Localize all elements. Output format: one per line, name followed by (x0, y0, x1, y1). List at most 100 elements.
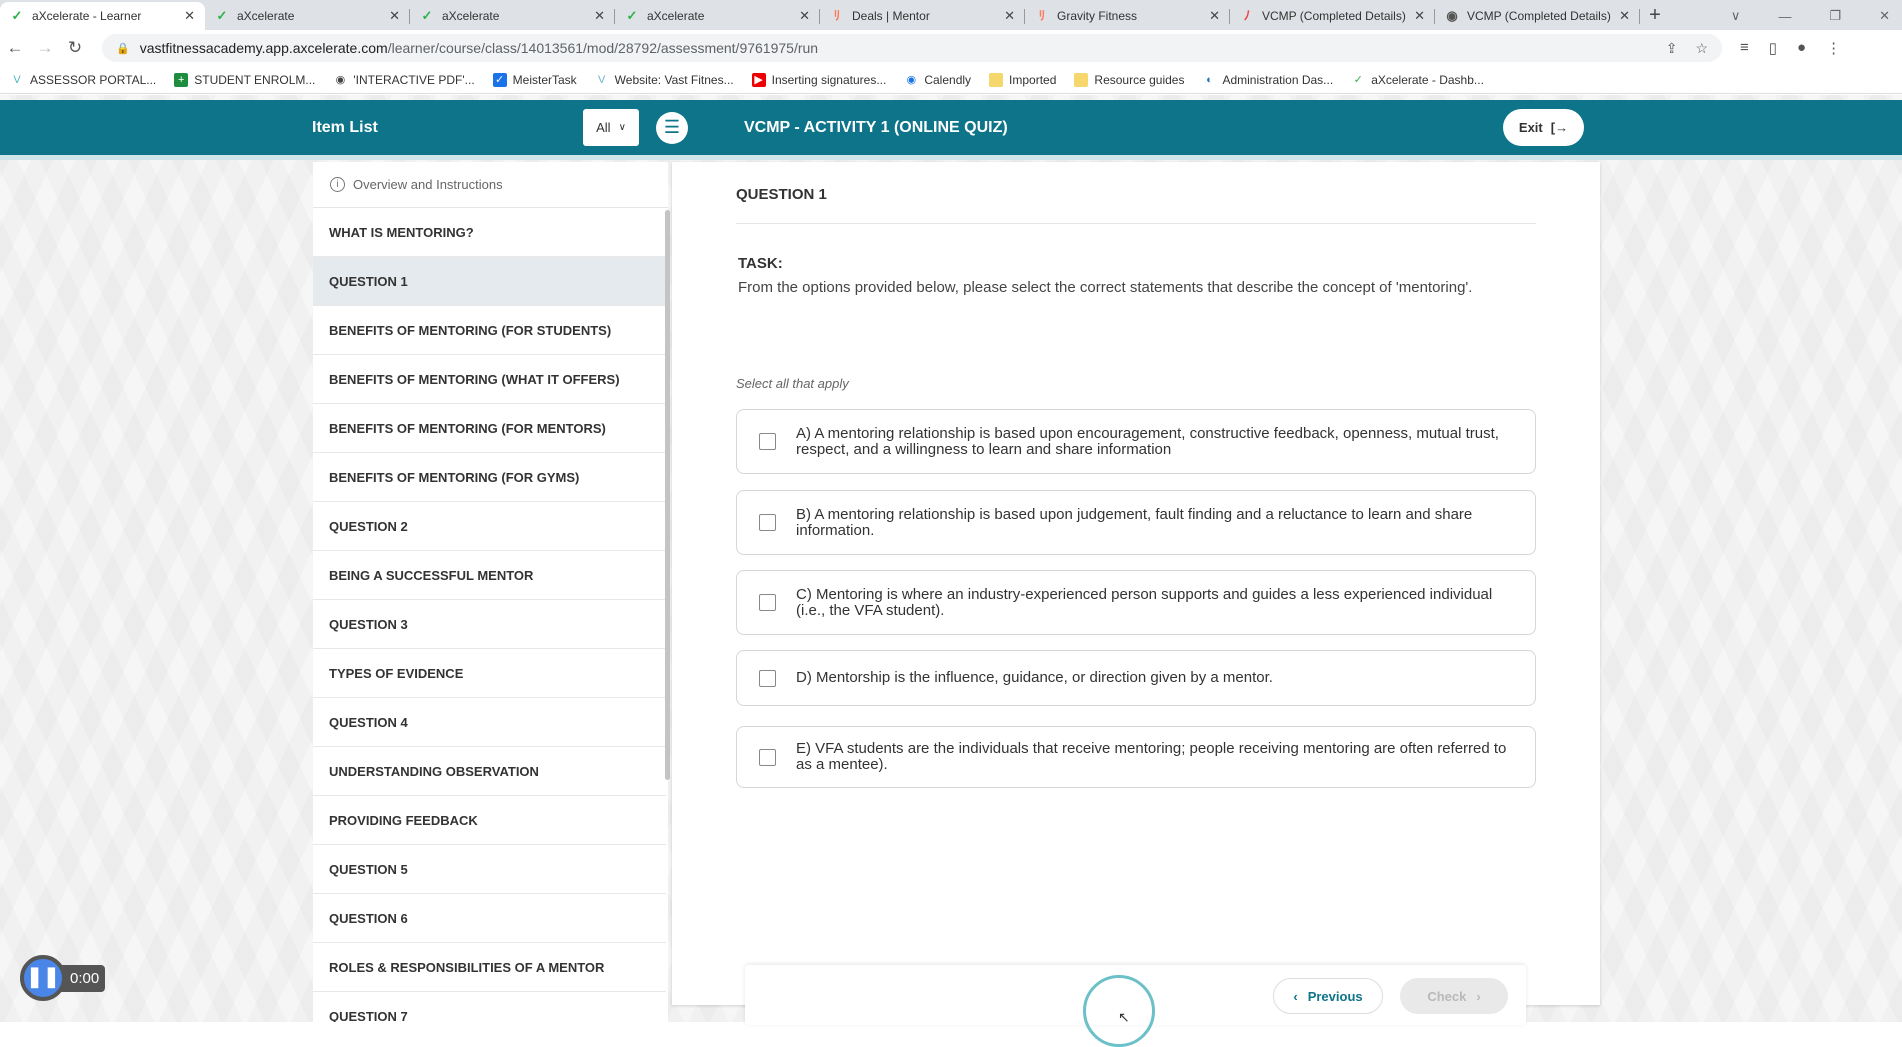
tab-title: aXcelerate (237, 9, 295, 23)
browser-tab[interactable]: ✓ aXcelerate - Learner ✕ (0, 2, 205, 30)
browser-tab[interactable]: ✓ aXcelerate ✕ (205, 2, 410, 30)
sidebar-item[interactable]: QUESTION 4 (313, 698, 666, 747)
sidebar-item[interactable]: PROVIDING FEEDBACK (313, 796, 666, 845)
bookmark-icon: ▶ (751, 72, 766, 87)
sidebar-scrollbar[interactable] (665, 210, 670, 780)
bookmark-label: 'INTERACTIVE PDF'... (353, 72, 475, 87)
close-tab-icon[interactable]: ✕ (1209, 8, 1220, 24)
close-tab-icon[interactable]: ✕ (799, 8, 810, 24)
info-icon: i (330, 177, 345, 192)
more-icon[interactable]: ⋮ (1826, 39, 1841, 57)
browser-tab[interactable]: ﾘ Gravity Fitness ✕ (1025, 2, 1230, 30)
browser-tab[interactable]: ﾉ VCMP (Completed Details) ✕ (1230, 2, 1435, 30)
pause-button[interactable]: ❚❚ (20, 955, 66, 1001)
axcelerate-icon: ✓ (216, 8, 228, 23)
close-window-icon[interactable]: ✕ (1879, 8, 1890, 24)
option-text: C) Mentoring is where an industry-experi… (796, 585, 1493, 619)
tab-title: Gravity Fitness (1057, 9, 1138, 23)
bookmark-item[interactable]: ◉ Calendly (904, 73, 972, 87)
sidebar-item[interactable]: QUESTION 1 (313, 257, 666, 306)
exit-button[interactable]: Exit [→ (1503, 109, 1584, 146)
bookmark-label: STUDENT ENROLM... (194, 72, 316, 87)
filter-value: All (596, 120, 611, 135)
url-host: vastfitnessacademy.app.axcelerate.com (139, 40, 388, 56)
close-tab-icon[interactable]: ✕ (184, 8, 195, 24)
browser-tab[interactable]: ✓ aXcelerate ✕ (410, 2, 615, 30)
option-checkbox[interactable] (759, 514, 776, 531)
sidebar-item[interactable]: QUESTION 7 (313, 992, 666, 1023)
reload-icon[interactable]: ↻ (60, 38, 90, 58)
new-tab-button[interactable]: + (1640, 2, 1670, 30)
close-tab-icon[interactable]: ✕ (594, 8, 605, 24)
side-panel-icon[interactable]: ▯ (1769, 39, 1777, 57)
sidebar-item[interactable]: WHAT IS MENTORING? (313, 208, 666, 257)
option-checkbox[interactable] (759, 433, 776, 450)
media-icon[interactable]: ≡ (1740, 39, 1749, 57)
bookmark-item[interactable]: Imported (989, 72, 1056, 87)
close-tab-icon[interactable]: ✕ (1619, 8, 1630, 24)
sidebar-item[interactable]: QUESTION 2 (313, 502, 666, 551)
sidebar-item[interactable]: UNDERSTANDING OBSERVATION (313, 747, 666, 796)
overview-link[interactable]: i Overview and Instructions (313, 162, 668, 208)
bookmark-icon (1074, 72, 1089, 87)
back-icon[interactable]: ← (0, 38, 30, 58)
axcelerate-icon: ✓ (626, 8, 638, 23)
previous-button[interactable]: ‹ Previous (1273, 978, 1383, 1014)
option-checkbox[interactable] (759, 748, 776, 766)
menu-toggle-button[interactable]: ☰ (656, 112, 688, 144)
tab-title: aXcelerate (442, 9, 500, 23)
minimize-icon[interactable]: — (1778, 9, 1791, 24)
profile-icon[interactable]: ● (1797, 39, 1806, 57)
bookmark-label: ASSESSOR PORTAL... (30, 72, 157, 87)
restore-icon[interactable]: ❐ (1829, 8, 1841, 24)
bookmark-item[interactable]: ✓ MeisterTask (492, 72, 577, 87)
tab-search-icon[interactable]: ∨ (1731, 8, 1741, 24)
browser-tab[interactable]: ◉ VCMP (Completed Details) ✕ (1435, 2, 1640, 30)
answer-option[interactable]: A) A mentoring relationship is based upo… (736, 409, 1536, 474)
bookmark-item[interactable]: ◉ 'INTERACTIVE PDF'... (333, 72, 475, 87)
address-bar-row: ← → ↻ 🔒 vastfitnessacademy.app.axcelerat… (0, 30, 1902, 66)
sidebar-item[interactable]: BENEFITS OF MENTORING (FOR MENTORS) (313, 404, 666, 453)
url-input[interactable]: 🔒 vastfitnessacademy.app.axcelerate.com/… (102, 34, 1722, 62)
sidebar-item[interactable]: QUESTION 5 (313, 845, 666, 894)
check-button[interactable]: Check › (1400, 978, 1508, 1014)
browser-tab[interactable]: ✓ aXcelerate ✕ (615, 2, 820, 30)
sidebar-item[interactable]: QUESTION 3 (313, 600, 666, 649)
close-tab-icon[interactable]: ✕ (1414, 8, 1425, 24)
heading-divider (736, 223, 1536, 224)
bookmark-item[interactable]: Resource guides (1074, 72, 1184, 87)
bookmark-label: Website: Vast Fitnes... (614, 72, 734, 87)
bookmark-item[interactable]: ✓ aXcelerate - Dashb... (1351, 73, 1484, 87)
sidebar-item[interactable]: BENEFITS OF MENTORING (WHAT IT OFFERS) (313, 355, 666, 404)
url-path: /learner/course/class/14013561/mod/28792… (387, 40, 819, 56)
bookmark-item[interactable]: V ASSESSOR PORTAL... (10, 73, 156, 87)
option-checkbox[interactable] (759, 669, 776, 687)
bookmark-item[interactable]: V Website: Vast Fitnes... (595, 73, 734, 87)
sidebar-item[interactable]: TYPES OF EVIDENCE (313, 649, 666, 698)
bookmark-label: Administration Das... (1222, 72, 1334, 87)
answer-option[interactable]: D) Mentorship is the influence, guidance… (736, 650, 1536, 706)
tab-title: aXcelerate (647, 9, 705, 23)
bookmark-item[interactable]: + STUDENT ENROLM... (174, 72, 316, 87)
sidebar-item[interactable]: ROLES & RESPONSIBILITIES OF A MENTOR (313, 943, 666, 992)
sidebar-item[interactable]: BENEFITS OF MENTORING (FOR STUDENTS) (313, 306, 666, 355)
sidebar-item[interactable]: BEING A SUCCESSFUL MENTOR (313, 551, 666, 600)
sidebar-item[interactable]: QUESTION 6 (313, 894, 666, 943)
option-checkbox[interactable] (759, 594, 776, 611)
browser-tab[interactable]: ﾘ Deals | Mentor ✕ (820, 2, 1025, 30)
answer-option[interactable]: B) A mentoring relationship is based upo… (736, 490, 1536, 555)
navigation-footer: ↖ ‹ Previous Check › (745, 965, 1526, 1047)
item-filter-select[interactable]: All ∨ (583, 109, 639, 146)
bookmark-label: Inserting signatures... (771, 72, 887, 87)
star-icon[interactable]: ☆ (1695, 40, 1708, 57)
forward-icon[interactable]: → (30, 38, 60, 58)
sidebar-item[interactable]: BENEFITS OF MENTORING (FOR GYMS) (313, 453, 666, 502)
bookmark-item[interactable]: ◐ Administration Das... (1202, 73, 1333, 87)
close-tab-icon[interactable]: ✕ (389, 8, 400, 24)
bookmark-item[interactable]: ▶ Inserting signatures... (751, 72, 887, 87)
close-tab-icon[interactable]: ✕ (1004, 8, 1015, 24)
answer-option[interactable]: C) Mentoring is where an industry-experi… (736, 570, 1536, 635)
share-icon[interactable]: ⇪ (1666, 40, 1678, 57)
bookmark-icon: ◉ (335, 73, 346, 86)
answer-option[interactable]: E) VFA students are the individuals that… (736, 726, 1536, 788)
